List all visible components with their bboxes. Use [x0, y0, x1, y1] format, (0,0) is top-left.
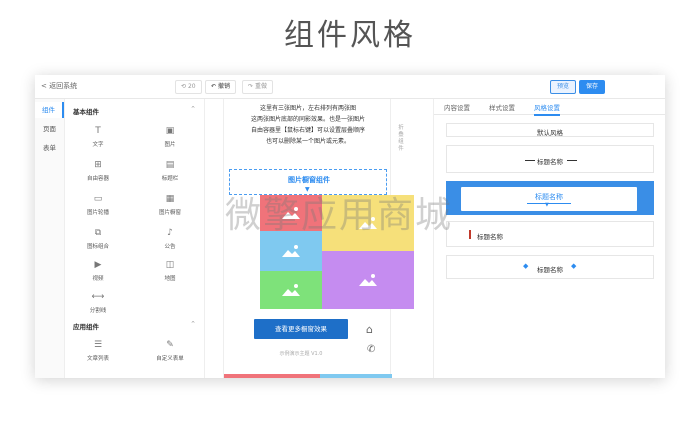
- page-heading: 组件风格: [284, 18, 416, 53]
- settings-panel: 内容设置 样式设置 风格设置 默认风格 标题名称 标题名称 ▼ 标题名称 ◆ 标…: [433, 99, 665, 378]
- image-placeholder-icon: [282, 284, 300, 296]
- undo-icon: ↶: [211, 83, 218, 90]
- component-image-window[interactable]: ▦ 图片橱窗: [145, 193, 195, 221]
- redo-icon: ↷: [248, 83, 255, 90]
- image-placeholder-icon: [282, 245, 300, 257]
- component-title-bar[interactable]: ▤ 标题栏: [145, 159, 195, 187]
- diamond-icon: ◆: [571, 262, 577, 270]
- color-strip: [224, 374, 320, 378]
- nav-item-components[interactable]: 组件: [35, 102, 64, 118]
- article-list-icon: ☰: [93, 340, 103, 350]
- component-title: 图片橱窗组件: [288, 176, 330, 184]
- intro-text: 这里有三张图片，左右排列有两张图 这两张图片底部的同影效果。也是一张图片 自由容…: [250, 105, 365, 145]
- app-components-title: 应用组件: [73, 323, 99, 331]
- color-strip: [320, 374, 392, 378]
- basic-components-title: 基本组件: [73, 108, 99, 116]
- chevron-up-icon[interactable]: ⌃: [190, 320, 196, 328]
- component-free-container[interactable]: ⊞ 自由容器: [73, 159, 123, 187]
- divider-line: [567, 160, 577, 161]
- image-placeholder-icon: [359, 274, 377, 286]
- nav-item-forms[interactable]: 表单: [35, 140, 64, 156]
- component-article-list[interactable]: ☰ 文章列表: [73, 339, 123, 367]
- settings-tabs: 内容设置 样式设置 风格设置: [434, 99, 665, 116]
- left-nav: 组件 页面 表单: [35, 99, 65, 378]
- home-icon[interactable]: ⌂: [366, 323, 373, 336]
- save-button[interactable]: 保存: [579, 80, 605, 94]
- component-video[interactable]: ▶ 视频: [73, 259, 123, 287]
- title-bar-icon: ▤: [165, 160, 175, 170]
- version-text: 示例演示主题 V1.0: [279, 351, 323, 357]
- watermark: 微擎应用商城: [225, 195, 454, 236]
- image-tile[interactable]: [260, 271, 322, 309]
- phone-icon[interactable]: ✆: [367, 344, 375, 355]
- component-custom-form[interactable]: ✎ 自定义表单: [145, 339, 195, 367]
- video-icon: ▶: [94, 260, 102, 270]
- tab-style-settings[interactable]: 样式设置: [489, 102, 515, 112]
- image-window-icon: ▦: [165, 194, 175, 204]
- history-button[interactable]: ⟲ 20: [175, 80, 202, 94]
- toolbar: < 返回系统 ⟲ 20 ↶ 撤销 ↷ 重做 预览 保存: [35, 75, 665, 99]
- image-tile[interactable]: [322, 251, 414, 309]
- style-option-diamonds[interactable]: ◆ 标题名称 ◆: [446, 255, 654, 279]
- custom-form-icon: ✎: [166, 340, 174, 350]
- chevron-up-icon[interactable]: ⌃: [190, 105, 196, 113]
- back-to-system-link[interactable]: < 返回系统: [41, 81, 77, 91]
- component-carousel[interactable]: ▭ 图片轮播: [73, 193, 123, 221]
- map-icon: ◫: [165, 260, 175, 270]
- component-map[interactable]: ◫ 地图: [145, 259, 195, 287]
- announcement-icon: ♪: [167, 228, 173, 238]
- view-more-button[interactable]: 查看更多橱窗效果: [254, 319, 348, 339]
- style-option-underline[interactable]: 标题名称 ▼: [446, 181, 654, 215]
- image-icon: ▣: [165, 126, 175, 136]
- component-icon-group[interactable]: ⧉ 图标组合: [73, 227, 123, 255]
- accent-bar: [469, 230, 471, 239]
- style-option-lines[interactable]: 标题名称: [446, 145, 654, 173]
- component-text[interactable]: T 文字: [73, 125, 123, 153]
- underline: [527, 203, 571, 204]
- style-preview: 标题名称 ▼: [461, 187, 637, 211]
- component-announcement[interactable]: ♪ 公告: [145, 227, 195, 255]
- phone-preview: 这里有三张图片，左右排列有两张图 这两张图片底部的同影效果。也是一张图片 自由容…: [223, 99, 414, 378]
- container-icon: ⊞: [94, 160, 102, 170]
- carousel-icon: ▭: [93, 194, 103, 204]
- collapse-tab[interactable]: 折叠组件: [396, 125, 406, 153]
- nav-item-pages[interactable]: 页面: [35, 121, 64, 137]
- tab-theme-settings[interactable]: 风格设置: [534, 102, 560, 116]
- caret-down-icon: ▼: [545, 202, 549, 208]
- component-image[interactable]: ▣ 图片: [145, 125, 195, 153]
- component-panel: 基本组件 ⌃ T 文字 ▣ 图片 ⊞ 自由容器 ▤ 标题栏 ▭ 图片轮播 ▦ 图…: [65, 99, 205, 378]
- text-icon: T: [95, 126, 101, 136]
- style-option-bar[interactable]: 标题名称: [446, 221, 654, 247]
- icon-group-icon: ⧉: [94, 228, 102, 238]
- style-option-default[interactable]: 默认风格: [446, 123, 654, 137]
- component-divider[interactable]: ⟷ 分割线: [73, 291, 123, 319]
- redo-button[interactable]: ↷ 重做: [242, 80, 273, 94]
- divider-icon: ⟷: [91, 292, 105, 302]
- tab-content-settings[interactable]: 内容设置: [444, 102, 470, 112]
- undo-button[interactable]: ↶ 撤销: [205, 80, 236, 94]
- history-icon: ⟲: [181, 83, 188, 90]
- preview-button[interactable]: 预览: [550, 80, 576, 94]
